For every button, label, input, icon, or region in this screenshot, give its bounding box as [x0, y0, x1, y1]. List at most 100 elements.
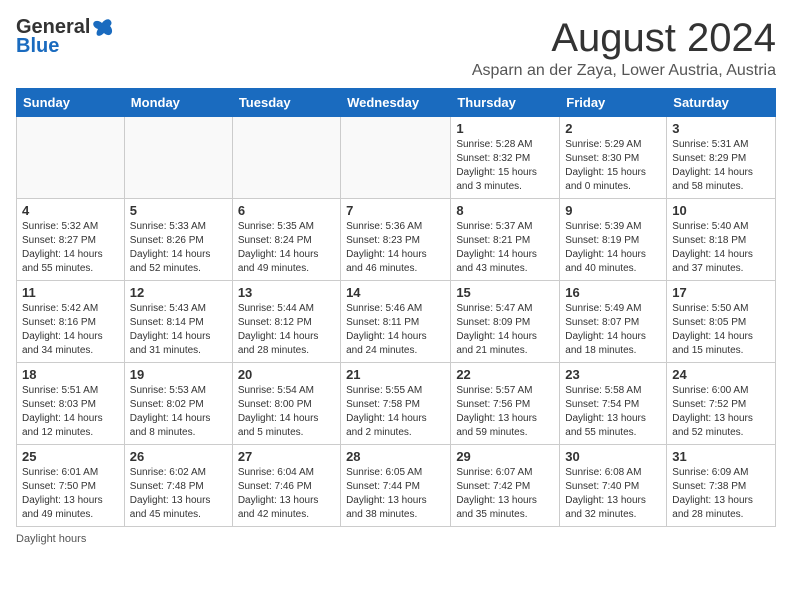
- calendar-day-cell: 16 Sunrise: 5:49 AM Sunset: 8:07 PM Dayli…: [560, 281, 667, 363]
- day-number: 15: [456, 285, 554, 300]
- day-info: Sunrise: 5:29 AM Sunset: 8:30 PM Dayligh…: [565, 138, 661, 194]
- page-header: General Blue August 2024 Asparn an der Z…: [16, 16, 776, 80]
- day-info: Sunrise: 6:01 AM Sunset: 7:50 PM Dayligh…: [22, 466, 119, 522]
- day-info: Sunrise: 5:57 AM Sunset: 7:56 PM Dayligh…: [456, 384, 554, 440]
- calendar-day-header: Saturday: [667, 89, 776, 117]
- day-number: 8: [456, 203, 554, 218]
- day-number: 2: [565, 121, 661, 136]
- logo: General Blue: [16, 16, 114, 58]
- day-number: 26: [130, 449, 227, 464]
- calendar-day-cell: 23Sunrise: 5:58 AM Sunset: 7:54 PM Dayli…: [560, 363, 667, 445]
- day-number: 18: [22, 367, 119, 382]
- footer-note: Daylight hours: [16, 533, 776, 545]
- day-info: Sunrise: 5:31 AM Sunset: 8:29 PM Dayligh…: [672, 138, 770, 194]
- calendar-day-cell: 29Sunrise: 6:07 AM Sunset: 7:42 PM Dayli…: [451, 445, 560, 527]
- day-number: 23: [565, 367, 661, 382]
- day-number: 21: [346, 367, 445, 382]
- day-number: 22: [456, 367, 554, 382]
- calendar-week-row: 25 Sunrise: 6:01 AM Sunset: 7:50 PM Dayli…: [17, 445, 776, 527]
- calendar-day-cell: 19 Sunrise: 5:53 AM Sunset: 8:02 PM Dayli…: [124, 363, 232, 445]
- day-info: Sunrise: 5:43 AM Sunset: 8:14 PM Dayligh…: [130, 302, 227, 358]
- calendar-day-cell: 21 Sunrise: 5:55 AM Sunset: 7:58 PM Dayli…: [341, 363, 451, 445]
- day-info: Sunrise: 5:50 AM Sunset: 8:05 PM Dayligh…: [672, 302, 770, 358]
- day-number: 24: [672, 367, 770, 382]
- calendar-day-header: Sunday: [17, 89, 125, 117]
- day-info: Sunrise: 5:49 AM Sunset: 8:07 PM Dayligh…: [565, 302, 661, 358]
- day-info: Sunrise: 5:33 AM Sunset: 8:26 PM Dayligh…: [130, 220, 227, 276]
- day-info: Sunrise: 5:36 AM Sunset: 8:23 PM Dayligh…: [346, 220, 445, 276]
- calendar-day-cell: 4 Sunrise: 5:32 AM Sunset: 8:27 PM Daylig…: [17, 199, 125, 281]
- day-number: 28: [346, 449, 445, 464]
- day-info: Sunrise: 5:39 AM Sunset: 8:19 PM Dayligh…: [565, 220, 661, 276]
- calendar-day-cell: 2 Sunrise: 5:29 AM Sunset: 8:30 PM Daylig…: [560, 117, 667, 199]
- day-info: Sunrise: 5:51 AM Sunset: 8:03 PM Dayligh…: [22, 384, 119, 440]
- calendar-day-cell: 10Sunrise: 5:40 AM Sunset: 8:18 PM Dayli…: [667, 199, 776, 281]
- calendar-day-cell: [341, 117, 451, 199]
- day-number: 5: [130, 203, 227, 218]
- calendar-day-cell: 31 Sunrise: 6:09 AM Sunset: 7:38 PM Dayli…: [667, 445, 776, 527]
- day-number: 9: [565, 203, 661, 218]
- day-info: Sunrise: 6:08 AM Sunset: 7:40 PM Dayligh…: [565, 466, 661, 522]
- day-number: 25: [22, 449, 119, 464]
- calendar-week-row: 11 Sunrise: 5:42 AM Sunset: 8:16 PM Dayli…: [17, 281, 776, 363]
- day-number: 10: [672, 203, 770, 218]
- day-number: 20: [238, 367, 335, 382]
- calendar-day-cell: 9 Sunrise: 5:39 AM Sunset: 8:19 PM Daylig…: [560, 199, 667, 281]
- day-number: 17: [672, 285, 770, 300]
- calendar-day-cell: 18 Sunrise: 5:51 AM Sunset: 8:03 PM Dayli…: [17, 363, 125, 445]
- day-info: Sunrise: 5:44 AM Sunset: 8:12 PM Dayligh…: [238, 302, 335, 358]
- day-number: 29: [456, 449, 554, 464]
- calendar-day-cell: 11 Sunrise: 5:42 AM Sunset: 8:16 PM Dayli…: [17, 281, 125, 363]
- calendar-day-cell: 26 Sunrise: 6:02 AM Sunset: 7:48 PM Dayli…: [124, 445, 232, 527]
- day-info: Sunrise: 5:54 AM Sunset: 8:00 PM Dayligh…: [238, 384, 335, 440]
- day-number: 7: [346, 203, 445, 218]
- calendar-day-cell: 20 Sunrise: 5:54 AM Sunset: 8:00 PM Dayli…: [232, 363, 340, 445]
- calendar-day-header: Friday: [560, 89, 667, 117]
- calendar-day-cell: 15Sunrise: 5:47 AM Sunset: 8:09 PM Dayli…: [451, 281, 560, 363]
- calendar-day-cell: 7 Sunrise: 5:36 AM Sunset: 8:23 PM Daylig…: [341, 199, 451, 281]
- day-info: Sunrise: 6:05 AM Sunset: 7:44 PM Dayligh…: [346, 466, 445, 522]
- calendar-day-cell: 22 Sunrise: 5:57 AM Sunset: 7:56 PM Dayli…: [451, 363, 560, 445]
- day-info: Sunrise: 5:53 AM Sunset: 8:02 PM Dayligh…: [130, 384, 227, 440]
- calendar-day-header: Thursday: [451, 89, 560, 117]
- calendar-day-cell: 17 Sunrise: 5:50 AM Sunset: 8:05 PM Dayli…: [667, 281, 776, 363]
- calendar-day-cell: 14Sunrise: 5:46 AM Sunset: 8:11 PM Dayli…: [341, 281, 451, 363]
- calendar-day-cell: [124, 117, 232, 199]
- calendar-day-cell: 30Sunrise: 6:08 AM Sunset: 7:40 PM Dayli…: [560, 445, 667, 527]
- day-info: Sunrise: 5:42 AM Sunset: 8:16 PM Dayligh…: [22, 302, 119, 358]
- calendar-day-cell: 3 Sunrise: 5:31 AM Sunset: 8:29 PM Daylig…: [667, 117, 776, 199]
- day-number: 13: [238, 285, 335, 300]
- day-info: Sunrise: 6:02 AM Sunset: 7:48 PM Dayligh…: [130, 466, 227, 522]
- day-number: 1: [456, 121, 554, 136]
- day-number: 3: [672, 121, 770, 136]
- day-number: 6: [238, 203, 335, 218]
- day-number: 16: [565, 285, 661, 300]
- calendar-day-header: Monday: [124, 89, 232, 117]
- title-area: August 2024 Asparn an der Zaya, Lower Au…: [472, 16, 776, 80]
- day-number: 27: [238, 449, 335, 464]
- day-number: 11: [22, 285, 119, 300]
- calendar-day-header: Wednesday: [341, 89, 451, 117]
- day-info: Sunrise: 6:04 AM Sunset: 7:46 PM Dayligh…: [238, 466, 335, 522]
- calendar-week-row: 18 Sunrise: 5:51 AM Sunset: 8:03 PM Dayli…: [17, 363, 776, 445]
- calendar-day-cell: [17, 117, 125, 199]
- calendar-day-cell: 27 Sunrise: 6:04 AM Sunset: 7:46 PM Dayli…: [232, 445, 340, 527]
- day-number: 19: [130, 367, 227, 382]
- day-number: 4: [22, 203, 119, 218]
- day-info: Sunrise: 5:35 AM Sunset: 8:24 PM Dayligh…: [238, 220, 335, 276]
- calendar-day-cell: 6 Sunrise: 5:35 AM Sunset: 8:24 PM Daylig…: [232, 199, 340, 281]
- calendar-day-cell: 1 Sunrise: 5:28 AM Sunset: 8:32 PM Daylig…: [451, 117, 560, 199]
- day-info: Sunrise: 6:09 AM Sunset: 7:38 PM Dayligh…: [672, 466, 770, 522]
- month-title: August 2024: [472, 16, 776, 60]
- calendar-week-row: 4 Sunrise: 5:32 AM Sunset: 8:27 PM Daylig…: [17, 199, 776, 281]
- day-info: Sunrise: 5:32 AM Sunset: 8:27 PM Dayligh…: [22, 220, 119, 276]
- day-info: Sunrise: 5:28 AM Sunset: 8:32 PM Dayligh…: [456, 138, 554, 194]
- location-title: Asparn an der Zaya, Lower Austria, Austr…: [472, 62, 776, 80]
- calendar-day-cell: 5 Sunrise: 5:33 AM Sunset: 8:26 PM Daylig…: [124, 199, 232, 281]
- calendar-table: SundayMondayTuesdayWednesdayThursdayFrid…: [16, 88, 776, 527]
- calendar-day-cell: 8Sunrise: 5:37 AM Sunset: 8:21 PM Daylig…: [451, 199, 560, 281]
- day-info: Sunrise: 6:00 AM Sunset: 7:52 PM Dayligh…: [672, 384, 770, 440]
- day-number: 31: [672, 449, 770, 464]
- day-info: Sunrise: 5:55 AM Sunset: 7:58 PM Dayligh…: [346, 384, 445, 440]
- calendar-header-row: SundayMondayTuesdayWednesdayThursdayFrid…: [17, 89, 776, 117]
